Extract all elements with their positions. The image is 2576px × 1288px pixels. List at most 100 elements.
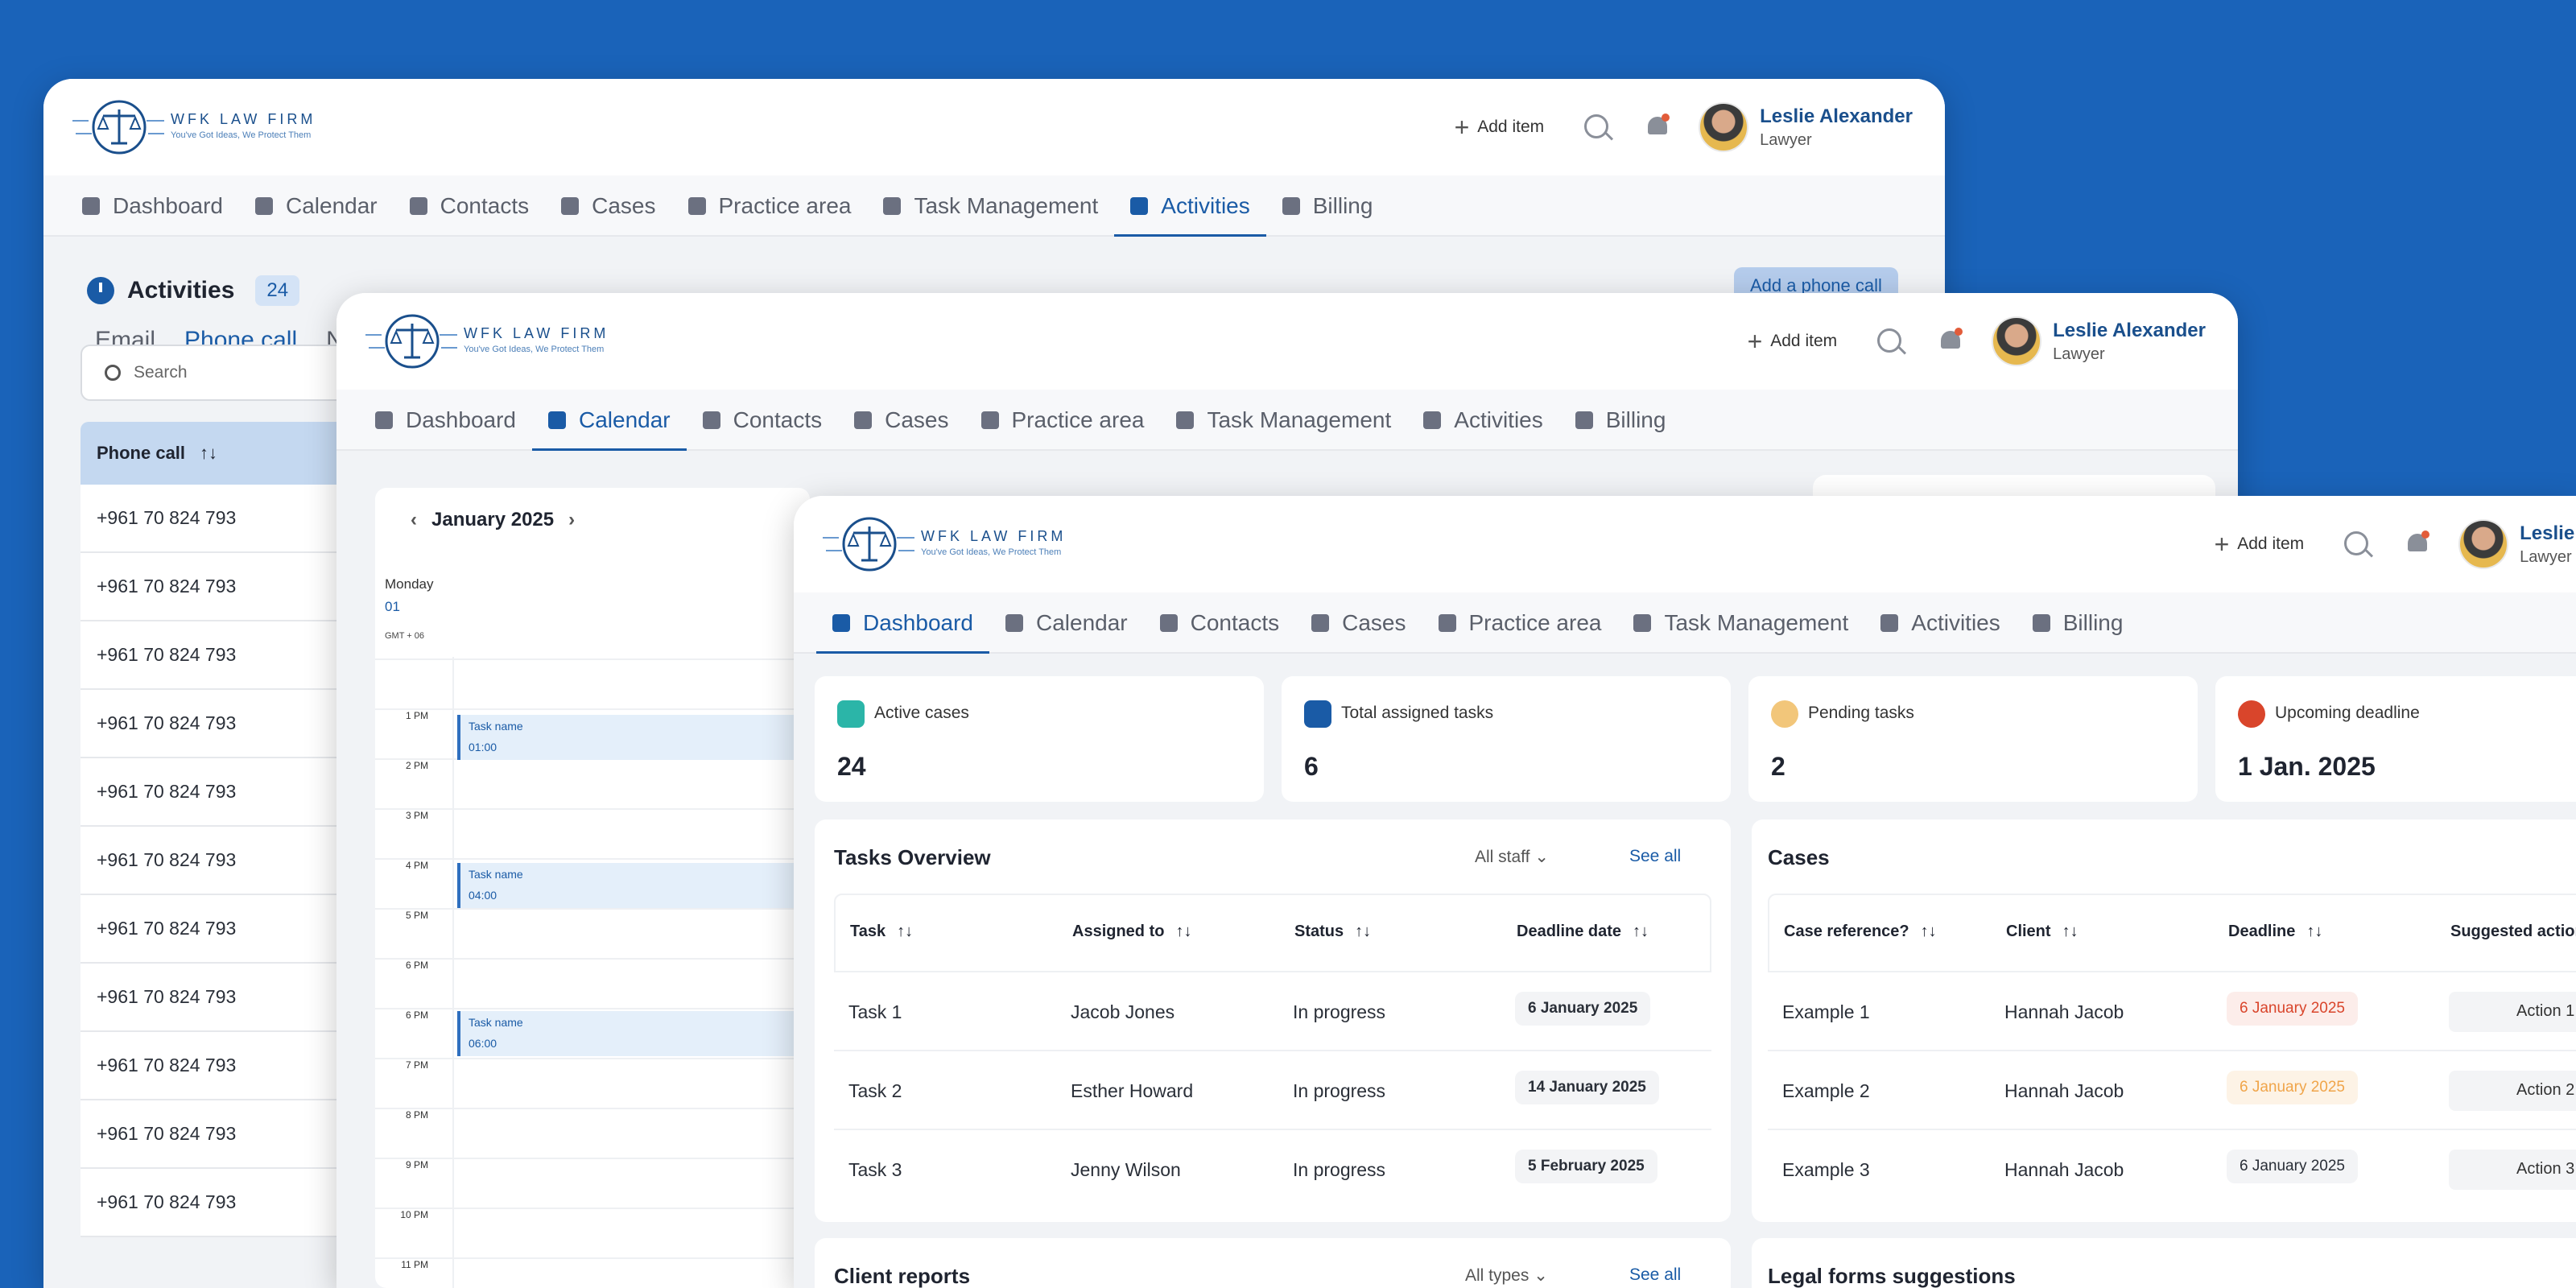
stat-card-total-tasks[interactable]: Total assigned tasks 6	[1282, 676, 1731, 802]
hour-slot[interactable]: 2 PM	[375, 758, 810, 808]
notification-bell-icon[interactable]	[2405, 530, 2430, 558]
table-row[interactable]: Example 2 Hannah Jacob 6 January 2025 Ac…	[1768, 1051, 2576, 1130]
action-button[interactable]: Action 2	[2449, 1071, 2576, 1111]
table-row[interactable]: Example 1 Hannah Jacob 6 January 2025 Ac…	[1768, 972, 2576, 1051]
tab-cases[interactable]: Cases	[545, 175, 671, 237]
tab-billing[interactable]: Billing	[2017, 592, 2140, 654]
tab-calendar[interactable]: Calendar	[239, 175, 394, 237]
tab-activities[interactable]: Activities	[1407, 390, 1558, 451]
tab-calendar[interactable]: Calendar	[989, 592, 1144, 654]
tab-dashboard[interactable]: Dashboard	[66, 175, 239, 237]
table-row[interactable]: Task 3 Jenny Wilson In progress 5 Februa…	[834, 1130, 1711, 1209]
client-reports-panel: Client reports All types ⌄ See all	[815, 1238, 1731, 1288]
calendar-event[interactable]: Task name 01:00	[457, 715, 811, 760]
tab-practice-area[interactable]: Practice area	[672, 175, 868, 237]
tab-practice-area[interactable]: Practice area	[965, 390, 1161, 451]
sort-icon[interactable]: ↑↓	[1921, 923, 1937, 940]
tab-label: Task Management	[914, 193, 1099, 218]
hour-slot[interactable]: 10 PM	[375, 1208, 810, 1257]
deadline-badge: 14 January 2025	[1515, 1071, 1659, 1104]
sort-icon[interactable]: ↑↓	[2306, 923, 2322, 940]
event-name: Task name	[469, 868, 523, 881]
column-header[interactable]: Assigned to ↑↓	[1072, 923, 1191, 941]
hour-slot[interactable]: 5 PM	[375, 908, 810, 958]
day-number[interactable]: 01	[385, 599, 400, 615]
tab-activities[interactable]: Activities	[1114, 175, 1267, 237]
column-header[interactable]: Task ↑↓	[850, 923, 913, 941]
hour-slot[interactable]: 11 PM	[375, 1257, 810, 1288]
user-role: Lawyer	[2053, 345, 2105, 363]
add-item-button[interactable]: + Add item	[1748, 328, 1838, 354]
firm-logo[interactable]: WFK LAW FIRM You've Got Ideas, We Protec…	[823, 514, 1080, 575]
user-role: Lawyer	[2520, 547, 2572, 566]
hour-label: 7 PM	[405, 1059, 428, 1071]
tab-task-management[interactable]: Task Management	[867, 175, 1114, 237]
tab-billing[interactable]: Billing	[1266, 175, 1389, 237]
sort-icon[interactable]: ↑↓	[200, 443, 217, 464]
tab-billing[interactable]: Billing	[1559, 390, 1682, 451]
avatar[interactable]	[1699, 102, 1749, 152]
sort-icon[interactable]: ↑↓	[897, 923, 913, 940]
table-row[interactable]: Task 1 Jacob Jones In progress 6 January…	[834, 972, 1711, 1051]
next-month-button[interactable]: ›	[568, 509, 575, 531]
table-row[interactable]: Task 2 Esther Howard In progress 14 Janu…	[834, 1051, 1711, 1130]
sort-icon[interactable]: ↑↓	[1175, 923, 1191, 940]
sort-icon[interactable]: ↑↓	[2062, 923, 2079, 940]
prev-month-button[interactable]: ‹	[411, 509, 417, 531]
hour-slot[interactable]: 9 PM	[375, 1158, 810, 1208]
column-header[interactable]: Deadline date ↑↓	[1517, 923, 1649, 941]
hour-slot[interactable]: 6 PM	[375, 958, 810, 1008]
stat-label: Pending tasks	[1808, 704, 1914, 722]
column-header[interactable]: Case reference? ↑↓	[1784, 923, 1937, 941]
tab-practice-area[interactable]: Practice area	[1422, 592, 1618, 654]
event-name: Task name	[469, 1016, 523, 1029]
calendar-icon	[254, 197, 273, 215]
search-icon[interactable]	[1874, 325, 1906, 357]
sort-icon[interactable]: ↑↓	[1355, 923, 1371, 940]
plus-icon: +	[1454, 113, 1470, 142]
type-filter-dropdown[interactable]: All types ⌄	[1465, 1265, 1548, 1286]
stat-card-pending-tasks[interactable]: Pending tasks 2	[1748, 676, 2198, 802]
add-item-button[interactable]: + Add item	[2215, 531, 2305, 557]
tab-contacts[interactable]: Contacts	[1144, 592, 1296, 654]
tab-dashboard[interactable]: Dashboard	[359, 390, 532, 451]
sort-icon[interactable]: ↑↓	[1633, 923, 1649, 940]
avatar[interactable]	[1992, 316, 2042, 366]
column-header[interactable]: Deadline ↑↓	[2228, 923, 2322, 941]
search-icon[interactable]	[2341, 528, 2373, 560]
see-all-link[interactable]: See all	[1629, 1265, 1681, 1285]
stat-card-active-cases[interactable]: Active cases 24	[815, 676, 1264, 802]
tab-contacts[interactable]: Contacts	[687, 390, 839, 451]
column-header[interactable]: Status ↑↓	[1294, 923, 1371, 941]
tab-task-management[interactable]: Task Management	[1160, 390, 1407, 451]
firm-logo[interactable]: WFK LAW FIRM You've Got Ideas, We Protec…	[72, 97, 330, 158]
calendar-event[interactable]: Task name 04:00	[457, 863, 811, 908]
hour-slot[interactable]: 8 PM	[375, 1108, 810, 1158]
tab-cases[interactable]: Cases	[1295, 592, 1422, 654]
tab-task-management[interactable]: Task Management	[1617, 592, 1864, 654]
notification-bell-icon[interactable]	[1645, 114, 1670, 141]
stat-card-upcoming-deadline[interactable]: Upcoming deadline 1 Jan. 2025	[2215, 676, 2576, 802]
tab-calendar[interactable]: Calendar	[531, 390, 687, 452]
hour-slot[interactable]	[375, 658, 810, 708]
column-header[interactable]: Suggested action	[2450, 923, 2576, 941]
hour-slot[interactable]: 3 PM	[375, 808, 810, 858]
calendar-event[interactable]: Task name 06:00	[457, 1011, 811, 1056]
staff-filter-dropdown[interactable]: All staff ⌄	[1475, 847, 1549, 867]
tab-activities[interactable]: Activities	[1864, 592, 2016, 654]
column-header[interactable]: Client ↑↓	[2006, 923, 2079, 941]
hour-slot[interactable]: 7 PM	[375, 1058, 810, 1108]
firm-logo[interactable]: WFK LAW FIRM You've Got Ideas, We Protec…	[365, 311, 623, 372]
status-cell: In progress	[1293, 1080, 1386, 1101]
notification-bell-icon[interactable]	[1938, 328, 1963, 355]
search-icon[interactable]	[1581, 111, 1613, 143]
action-button[interactable]: Action 3	[2449, 1150, 2576, 1190]
add-item-button[interactable]: + Add item	[1455, 114, 1545, 140]
tab-dashboard[interactable]: Dashboard	[816, 592, 989, 654]
tab-cases[interactable]: Cases	[838, 390, 964, 451]
table-row[interactable]: Example 3 Hannah Jacob 6 January 2025 Ac…	[1768, 1130, 2576, 1209]
avatar[interactable]	[2458, 519, 2509, 569]
see-all-link[interactable]: See all	[1629, 847, 1681, 866]
tab-contacts[interactable]: Contacts	[394, 175, 546, 237]
action-button[interactable]: Action 1	[2449, 992, 2576, 1032]
